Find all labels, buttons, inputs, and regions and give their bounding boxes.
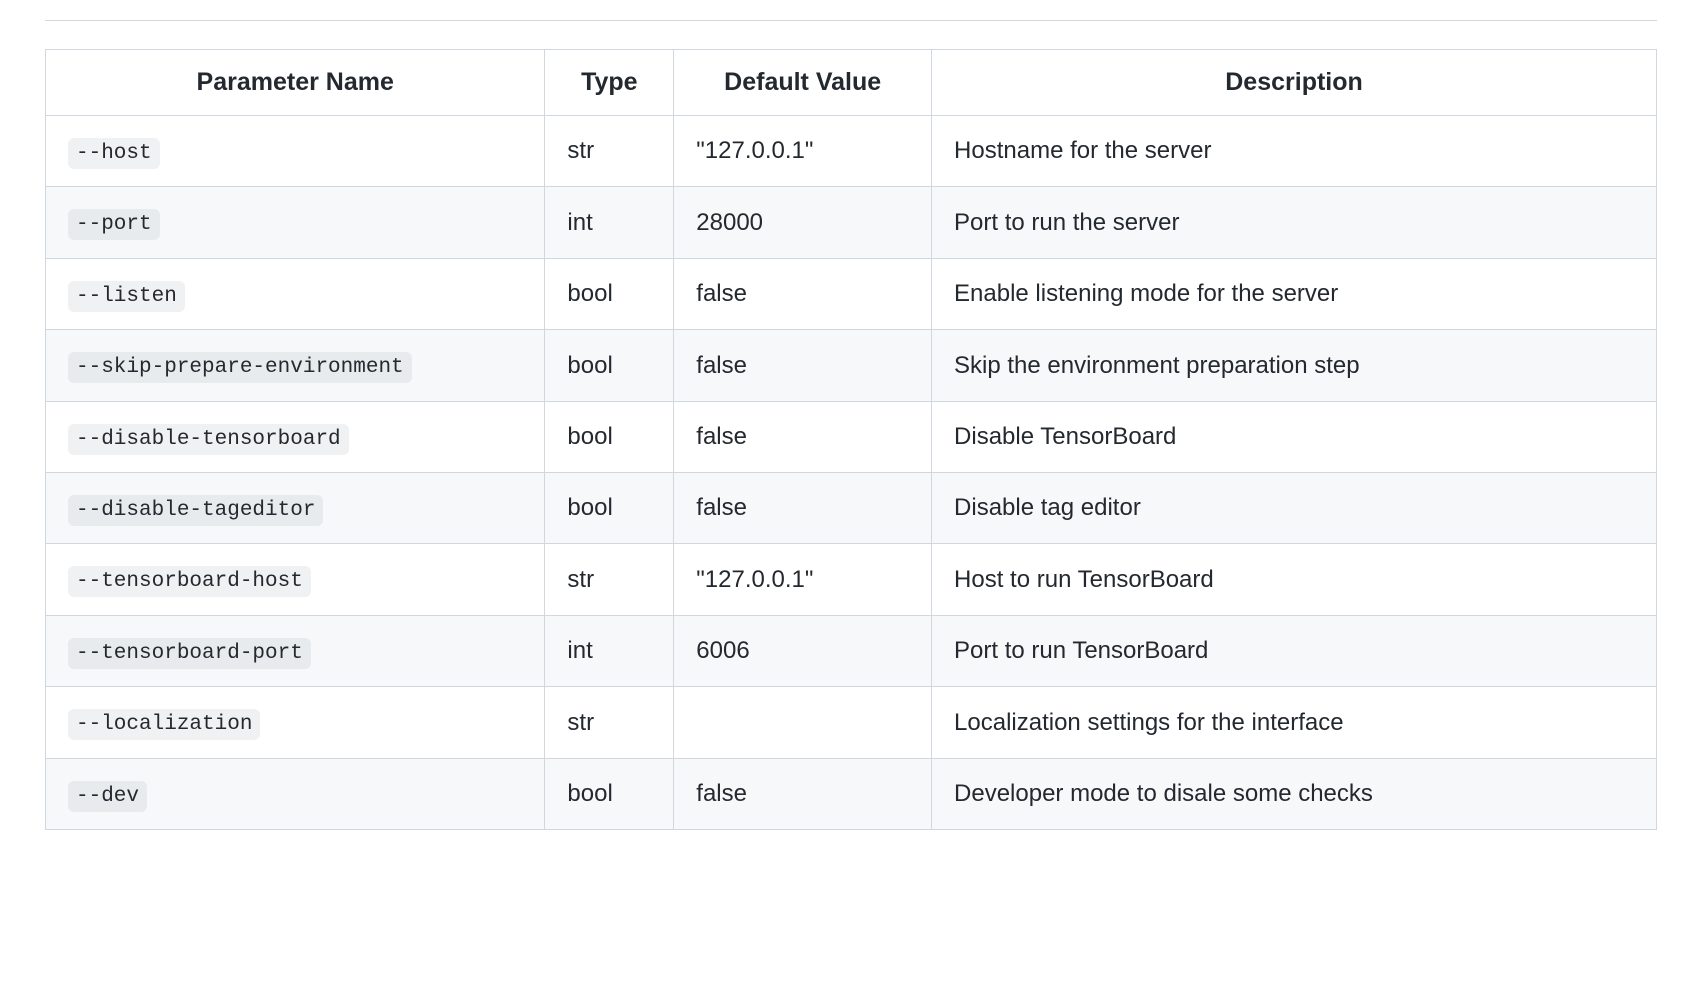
cell-default: "127.0.0.1": [674, 116, 932, 187]
param-code: --localization: [68, 709, 260, 740]
table-row: --disable-tensorboard bool false Disable…: [46, 401, 1657, 472]
table-row: --listen bool false Enable listening mod…: [46, 258, 1657, 329]
header-parameter-name: Parameter Name: [46, 50, 545, 116]
cell-description: Host to run TensorBoard: [932, 544, 1657, 615]
param-code: --disable-tageditor: [68, 495, 323, 526]
cell-param: --disable-tensorboard: [46, 401, 545, 472]
cell-type: str: [545, 544, 674, 615]
parameters-table: Parameter Name Type Default Value Descri…: [45, 49, 1657, 830]
table-row: --dev bool false Developer mode to disal…: [46, 758, 1657, 829]
cell-param: --disable-tageditor: [46, 472, 545, 543]
cell-description: Developer mode to disale some checks: [932, 758, 1657, 829]
cell-param: --tensorboard-port: [46, 615, 545, 686]
cell-description: Enable listening mode for the server: [932, 258, 1657, 329]
section-divider: [45, 20, 1657, 21]
table-header-row: Parameter Name Type Default Value Descri…: [46, 50, 1657, 116]
cell-type: bool: [545, 258, 674, 329]
table-row: --host str "127.0.0.1" Hostname for the …: [46, 116, 1657, 187]
header-type: Type: [545, 50, 674, 116]
header-description: Description: [932, 50, 1657, 116]
cell-description: Hostname for the server: [932, 116, 1657, 187]
cell-type: int: [545, 615, 674, 686]
cell-type: int: [545, 187, 674, 258]
cell-param: --listen: [46, 258, 545, 329]
header-default-value: Default Value: [674, 50, 932, 116]
table-row: --tensorboard-port int 6006 Port to run …: [46, 615, 1657, 686]
cell-description: Disable TensorBoard: [932, 401, 1657, 472]
table-row: --localization str Localization settings…: [46, 687, 1657, 758]
cell-default: 28000: [674, 187, 932, 258]
cell-param: --port: [46, 187, 545, 258]
cell-description: Disable tag editor: [932, 472, 1657, 543]
cell-default: "127.0.0.1": [674, 544, 932, 615]
cell-description: Localization settings for the interface: [932, 687, 1657, 758]
cell-param: --localization: [46, 687, 545, 758]
param-code: --listen: [68, 281, 185, 312]
table-row: --port int 28000 Port to run the server: [46, 187, 1657, 258]
table-row: --tensorboard-host str "127.0.0.1" Host …: [46, 544, 1657, 615]
cell-param: --tensorboard-host: [46, 544, 545, 615]
cell-param: --skip-prepare-environment: [46, 330, 545, 401]
cell-default: false: [674, 758, 932, 829]
param-code: --skip-prepare-environment: [68, 352, 412, 383]
cell-default: [674, 687, 932, 758]
cell-type: bool: [545, 472, 674, 543]
param-code: --host: [68, 138, 160, 169]
cell-default: false: [674, 258, 932, 329]
table-row: --skip-prepare-environment bool false Sk…: [46, 330, 1657, 401]
cell-type: str: [545, 116, 674, 187]
cell-default: false: [674, 330, 932, 401]
cell-description: Port to run the server: [932, 187, 1657, 258]
cell-description: Skip the environment preparation step: [932, 330, 1657, 401]
cell-type: bool: [545, 401, 674, 472]
cell-param: --dev: [46, 758, 545, 829]
cell-description: Port to run TensorBoard: [932, 615, 1657, 686]
cell-default: false: [674, 472, 932, 543]
table-row: --disable-tageditor bool false Disable t…: [46, 472, 1657, 543]
cell-type: bool: [545, 330, 674, 401]
cell-param: --host: [46, 116, 545, 187]
param-code: --tensorboard-host: [68, 566, 311, 597]
param-code: --dev: [68, 781, 147, 812]
cell-default: 6006: [674, 615, 932, 686]
param-code: --disable-tensorboard: [68, 424, 349, 455]
cell-default: false: [674, 401, 932, 472]
cell-type: bool: [545, 758, 674, 829]
param-code: --tensorboard-port: [68, 638, 311, 669]
param-code: --port: [68, 209, 160, 240]
cell-type: str: [545, 687, 674, 758]
